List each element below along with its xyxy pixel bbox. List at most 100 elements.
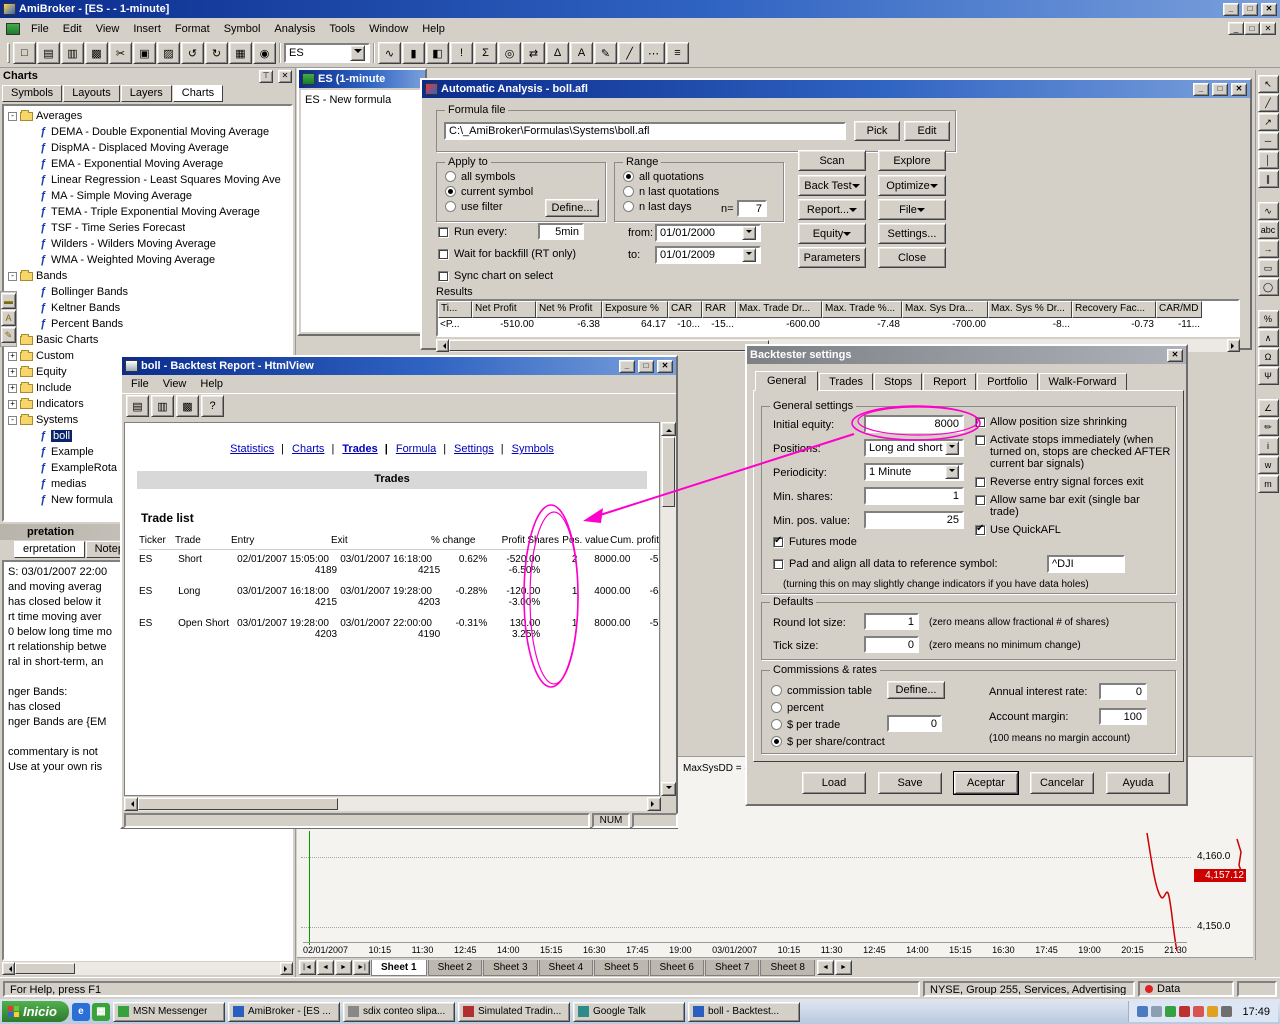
pointer-icon[interactable]: ↖ bbox=[1258, 75, 1279, 93]
tree-item[interactable]: ƒ DispMA - Displaced Moving Average bbox=[4, 140, 291, 156]
commission-value-field[interactable]: 0 bbox=[887, 715, 942, 732]
radio-option[interactable]: all quotations bbox=[623, 169, 783, 184]
scroll-left-button[interactable] bbox=[436, 339, 449, 352]
load-button[interactable]: Load bbox=[802, 772, 866, 794]
main-title-bar[interactable]: AmiBroker - [ES - - 1-minute] _ □ ✕ bbox=[0, 0, 1280, 18]
menu-item[interactable]: File bbox=[124, 376, 156, 392]
tick-size-field[interactable]: 0 bbox=[864, 636, 919, 653]
panel-tab[interactable]: Layouts bbox=[63, 85, 120, 102]
taskbar-task-button[interactable]: Simulated Tradin... bbox=[458, 1002, 570, 1022]
settings-checkbox[interactable]: Reverse entry signal forces exit bbox=[975, 476, 1171, 488]
scroll-thumb[interactable] bbox=[15, 963, 75, 974]
cut-icon[interactable]: ✂ bbox=[109, 42, 132, 64]
tray-display-icon[interactable] bbox=[1137, 1006, 1148, 1017]
taskbar-task-button[interactable]: MSN Messenger bbox=[113, 1002, 225, 1022]
column-header[interactable]: Ti... bbox=[438, 301, 472, 318]
maximize-button[interactable]: □ bbox=[1242, 3, 1258, 16]
start-button[interactable]: Inicio bbox=[2, 1001, 69, 1022]
help-button[interactable]: Ayuda bbox=[1106, 772, 1170, 794]
define-filter-button[interactable]: Define... bbox=[545, 199, 599, 217]
arrow-annotation-icon[interactable]: → bbox=[1258, 240, 1279, 258]
define-commission-button[interactable]: Define... bbox=[887, 681, 945, 699]
scroll-left-button[interactable] bbox=[124, 797, 138, 811]
new-icon[interactable]: □ bbox=[13, 42, 36, 64]
vertical-line-icon[interactable]: │ bbox=[1258, 151, 1279, 169]
positions-select[interactable]: Long and short bbox=[864, 439, 964, 457]
radio-option[interactable]: $ per trade bbox=[771, 716, 885, 733]
sync-chart-checkbox[interactable]: Sync chart on select bbox=[438, 270, 553, 282]
color-picker-icon[interactable]: A bbox=[570, 42, 593, 64]
menu-item[interactable]: View bbox=[156, 376, 194, 392]
radio-option[interactable]: current symbol bbox=[445, 184, 605, 199]
menu-item[interactable]: Help bbox=[193, 376, 230, 392]
zigzag-icon[interactable]: ∧ bbox=[1258, 329, 1279, 347]
report-nav-link[interactable]: Settings bbox=[454, 443, 504, 455]
regression-icon[interactable]: ∿ bbox=[1258, 202, 1279, 220]
minimize-button[interactable]: _ bbox=[1193, 83, 1209, 96]
tree-expand-icon[interactable] bbox=[8, 400, 17, 409]
sheet-scroll-button[interactable]: ◄ bbox=[817, 960, 834, 975]
tray-volume-icon[interactable] bbox=[1151, 1006, 1162, 1017]
dialog-tab[interactable]: Portfolio bbox=[977, 373, 1037, 391]
pin-icon[interactable]: ⊤ bbox=[259, 70, 273, 83]
pitchfork-icon[interactable]: Ψ bbox=[1258, 367, 1279, 385]
min-shares-field[interactable]: 1 bbox=[864, 487, 964, 505]
tree-item[interactable]: ƒ Wilders - Wilders Moving Average bbox=[4, 236, 291, 252]
mdi-restore-button[interactable]: □ bbox=[1244, 22, 1260, 35]
menu-item[interactable]: Window bbox=[362, 21, 415, 37]
scroll-thumb[interactable] bbox=[449, 340, 769, 351]
sheet-nav-button[interactable]: |◄ bbox=[299, 960, 316, 975]
results-row[interactable]: <P...-510.00-6.3864.17-10...-15...-600.0… bbox=[438, 318, 1238, 334]
radio-option[interactable]: n last quotations bbox=[623, 184, 783, 199]
optimize-icon[interactable]: Δ bbox=[546, 42, 569, 64]
report-hscrollbar[interactable] bbox=[124, 797, 661, 811]
tree-expand-icon[interactable] bbox=[8, 384, 17, 393]
mdi-minimize-button[interactable]: _ bbox=[1228, 22, 1244, 35]
settings-button[interactable]: Settings... bbox=[878, 223, 946, 244]
combo-dropdown-button[interactable] bbox=[350, 45, 365, 61]
column-header[interactable]: Profit bbox=[475, 535, 525, 546]
column-header[interactable]: RAR bbox=[702, 301, 736, 318]
tree-item[interactable]: ƒ Bands bbox=[4, 268, 291, 284]
min-pos-value-field[interactable]: 25 bbox=[864, 511, 964, 529]
equity-button[interactable]: Equity bbox=[798, 223, 866, 244]
table-row[interactable]: ES Open Short 03/01/2007 19:28:004203 03… bbox=[139, 618, 659, 650]
report-button[interactable]: Report... bbox=[798, 199, 866, 220]
accept-button[interactable]: Aceptar bbox=[954, 772, 1018, 794]
initial-equity-field[interactable]: 8000 bbox=[864, 415, 964, 433]
pad-symbol-field[interactable]: ^DJI bbox=[1047, 555, 1125, 573]
scan-button[interactable]: Scan bbox=[798, 150, 866, 171]
combo-dropdown-button[interactable] bbox=[742, 248, 756, 262]
to-date-field[interactable]: 01/01/2009 bbox=[655, 246, 761, 264]
report-vscrollbar[interactable] bbox=[661, 422, 676, 796]
column-header[interactable]: Exposure % bbox=[602, 301, 668, 318]
radio-option[interactable]: $ per share/contract bbox=[771, 733, 885, 750]
symbol-combo[interactable]: ES bbox=[284, 43, 370, 63]
dialog-tab[interactable]: Walk-Forward bbox=[1039, 373, 1127, 391]
explore-icon[interactable]: ◎ bbox=[498, 42, 521, 64]
info-icon[interactable]: ◉ bbox=[253, 42, 276, 64]
scroll-right-button[interactable] bbox=[1227, 339, 1240, 352]
column-header[interactable]: Recovery Fac... bbox=[1072, 301, 1156, 318]
tree-expand-icon[interactable] bbox=[8, 272, 17, 281]
chevron-down-icon[interactable] bbox=[945, 441, 959, 455]
panel-tab[interactable]: Charts bbox=[173, 85, 223, 102]
radio-option[interactable]: percent bbox=[771, 699, 885, 716]
fibonacci-icon[interactable]: % bbox=[1258, 310, 1279, 328]
tray-ib-icon[interactable] bbox=[1179, 1006, 1190, 1017]
column-header[interactable]: Max. Trade %... bbox=[822, 301, 902, 318]
column-header[interactable]: CAR bbox=[668, 301, 702, 318]
scroll-left-button[interactable] bbox=[2, 962, 15, 975]
column-header[interactable]: Max. Trade Dr... bbox=[736, 301, 822, 318]
analysis-title-bar[interactable]: Automatic Analysis - boll.afl _ □ ✕ bbox=[422, 80, 1250, 98]
help-icon[interactable]: ? bbox=[201, 395, 224, 417]
note-tool-icon[interactable]: ▬ bbox=[1, 293, 16, 309]
open-icon[interactable]: ▤ bbox=[126, 395, 149, 417]
optimize-button[interactable]: Optimize bbox=[878, 175, 946, 196]
settings-checkbox[interactable]: Allow position size shrinking bbox=[975, 416, 1171, 428]
taskbar-task-button[interactable]: Google Talk bbox=[573, 1002, 685, 1022]
close-button[interactable]: ✕ bbox=[657, 360, 673, 373]
dialog-tab[interactable]: Report bbox=[923, 373, 976, 391]
tree-item[interactable]: ƒ Bollinger Bands bbox=[4, 284, 291, 300]
channel-icon[interactable]: ∥ bbox=[1258, 170, 1279, 188]
